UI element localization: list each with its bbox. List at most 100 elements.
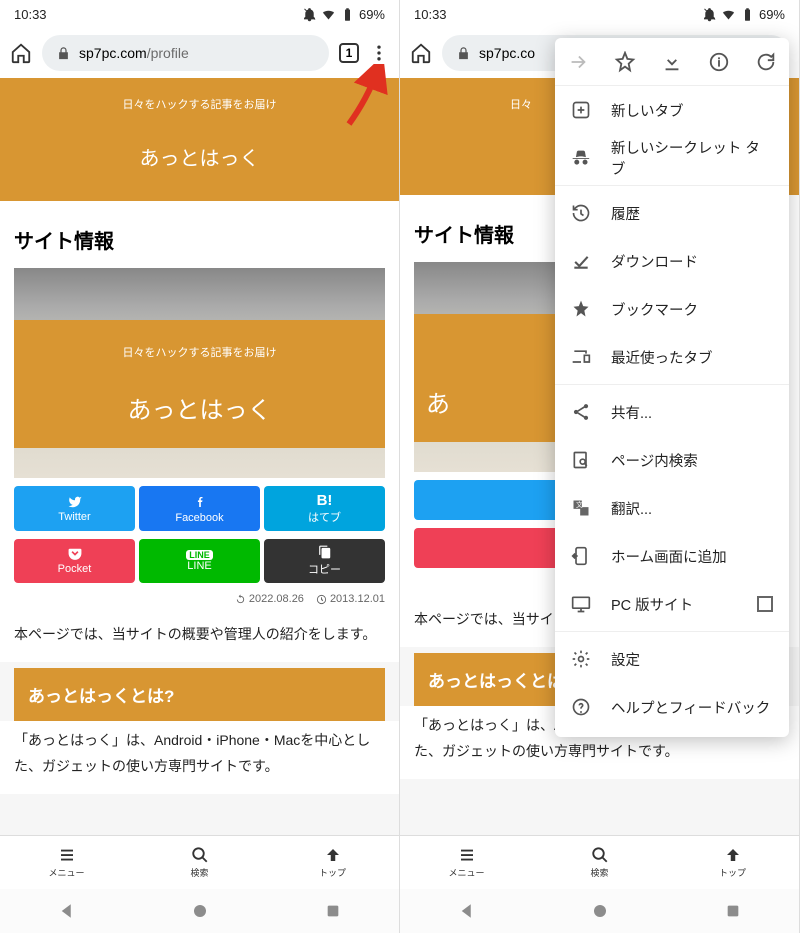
reload-icon bbox=[755, 51, 777, 73]
menu-reload[interactable] bbox=[755, 51, 777, 73]
bell-off-icon bbox=[702, 7, 717, 22]
menu-find[interactable]: ページ内検索 bbox=[555, 436, 789, 484]
back-icon[interactable] bbox=[58, 902, 76, 920]
info-icon bbox=[708, 51, 730, 73]
home-icon bbox=[10, 42, 32, 64]
twitter-icon bbox=[67, 495, 83, 509]
menu-incognito[interactable]: 新しいシークレット タブ bbox=[555, 134, 789, 182]
refresh-icon bbox=[235, 594, 246, 605]
wifi-icon bbox=[321, 7, 336, 22]
star-fill-icon bbox=[571, 299, 591, 319]
share-facebook[interactable]: Facebook bbox=[139, 486, 260, 531]
browser-bar: sp7pc.com/profile 1 bbox=[0, 28, 399, 78]
pocket-icon bbox=[67, 547, 83, 561]
devices-icon bbox=[571, 347, 591, 367]
download-done-icon bbox=[571, 251, 591, 271]
system-nav bbox=[400, 889, 799, 933]
share-twitter[interactable]: Twitter bbox=[14, 486, 135, 531]
status-time: 10:33 bbox=[14, 7, 47, 22]
system-nav bbox=[0, 889, 399, 933]
nav-menu[interactable]: メニュー bbox=[400, 836, 533, 889]
desktop-icon bbox=[571, 594, 591, 614]
share-pocket[interactable]: Pocket bbox=[14, 539, 135, 583]
lock-icon bbox=[456, 46, 471, 61]
translate-icon: 文 bbox=[571, 498, 591, 518]
status-bar: 10:33 69% bbox=[400, 0, 799, 28]
menu-info[interactable] bbox=[708, 51, 730, 73]
menu-share[interactable]: 共有... bbox=[555, 388, 789, 436]
nav-search[interactable]: 検索 bbox=[133, 836, 266, 889]
page-content: 日々をハックする記事をお届け あっとはっく サイト情報 日々をハックする記事をお… bbox=[0, 78, 399, 835]
recents-icon[interactable] bbox=[725, 903, 741, 919]
help-icon bbox=[571, 697, 591, 717]
hero-image: 日々をハックする記事をお届け あっとはっく bbox=[14, 268, 385, 478]
recents-icon[interactable] bbox=[325, 903, 341, 919]
banner-title: あっとはっく bbox=[0, 142, 399, 171]
banner-tagline: 日々をハックする記事をお届け bbox=[0, 96, 399, 112]
battery-icon bbox=[740, 7, 755, 22]
menu-desktop-site[interactable]: PC 版サイト bbox=[555, 580, 789, 628]
share-copy[interactable]: コピー bbox=[264, 539, 385, 583]
arrow-up-icon bbox=[724, 846, 742, 864]
menu-new-tab[interactable]: 新しいタブ bbox=[555, 86, 789, 134]
desktop-checkbox[interactable] bbox=[757, 596, 773, 612]
menu-forward bbox=[567, 51, 589, 73]
incognito-icon bbox=[571, 148, 591, 168]
menu-translate[interactable]: 文翻訳... bbox=[555, 484, 789, 532]
subheading: あっとはっくとは? bbox=[14, 668, 385, 721]
menu-history[interactable]: 履歴 bbox=[555, 189, 789, 237]
home-button[interactable] bbox=[10, 42, 32, 64]
menu-button[interactable] bbox=[369, 43, 389, 63]
menu-settings[interactable]: 設定 bbox=[555, 635, 789, 683]
svg-text:文: 文 bbox=[576, 500, 583, 509]
section-header: サイト情報 bbox=[0, 201, 399, 268]
share-line[interactable]: LINELINE bbox=[139, 539, 260, 583]
status-icons: 69% bbox=[302, 7, 385, 22]
battery-icon bbox=[340, 7, 355, 22]
nav-search[interactable]: 検索 bbox=[533, 836, 666, 889]
menu-download[interactable] bbox=[661, 51, 683, 73]
share-hatebu[interactable]: B!はてブ bbox=[264, 486, 385, 531]
url-bar[interactable]: sp7pc.com/profile bbox=[42, 35, 329, 71]
bottom-nav: メニュー 検索 トップ bbox=[400, 835, 799, 889]
history-icon bbox=[571, 203, 591, 223]
arrow-right-icon bbox=[567, 51, 589, 73]
intro-paragraph: 本ページでは、当サイトの概要や管理人の紹介をします。 bbox=[0, 615, 399, 662]
home-sys-icon[interactable] bbox=[591, 902, 609, 920]
screen-left: 10:33 69% sp7pc.com/profile 1 日々をハックする記事… bbox=[0, 0, 400, 933]
clock-icon bbox=[316, 594, 327, 605]
site-banner: 日々をハックする記事をお届け あっとはっく bbox=[0, 78, 399, 201]
gear-icon bbox=[571, 649, 591, 669]
body-paragraph: 「あっとはっく」は、Android・iPhone・Macを中心とした、ガジェット… bbox=[0, 721, 399, 794]
menu-downloads[interactable]: ダウンロード bbox=[555, 237, 789, 285]
back-icon[interactable] bbox=[458, 902, 476, 920]
hamburger-icon bbox=[458, 846, 476, 864]
menu-help[interactable]: ヘルプとフィードバック bbox=[555, 683, 789, 731]
arrow-up-icon bbox=[324, 846, 342, 864]
copy-icon bbox=[318, 545, 332, 559]
dots-vertical-icon bbox=[369, 43, 389, 63]
nav-top[interactable]: トップ bbox=[266, 836, 399, 889]
star-icon bbox=[614, 51, 636, 73]
bell-off-icon bbox=[302, 7, 317, 22]
lock-icon bbox=[56, 46, 71, 61]
menu-recent-tabs[interactable]: 最近使ったタブ bbox=[555, 333, 789, 381]
home-icon bbox=[410, 42, 432, 64]
menu-bookmarks[interactable]: ブックマーク bbox=[555, 285, 789, 333]
nav-menu[interactable]: メニュー bbox=[0, 836, 133, 889]
menu-add-to-home[interactable]: ホーム画面に追加 bbox=[555, 532, 789, 580]
menu-star[interactable] bbox=[614, 51, 636, 73]
chrome-menu: 新しいタブ 新しいシークレット タブ 履歴 ダウンロード ブックマーク 最近使っ… bbox=[555, 38, 789, 737]
hamburger-icon bbox=[58, 846, 76, 864]
find-icon bbox=[571, 450, 591, 470]
battery-pct: 69% bbox=[359, 7, 385, 22]
home-button[interactable] bbox=[410, 42, 432, 64]
search-icon bbox=[191, 846, 209, 864]
home-sys-icon[interactable] bbox=[191, 902, 209, 920]
bottom-nav: メニュー 検索 トップ bbox=[0, 835, 399, 889]
nav-top[interactable]: トップ bbox=[666, 836, 799, 889]
tabs-button[interactable]: 1 bbox=[339, 43, 359, 63]
plus-box-icon bbox=[571, 100, 591, 120]
download-icon bbox=[661, 51, 683, 73]
dates: 2022.08.26 2013.12.01 bbox=[14, 583, 385, 615]
